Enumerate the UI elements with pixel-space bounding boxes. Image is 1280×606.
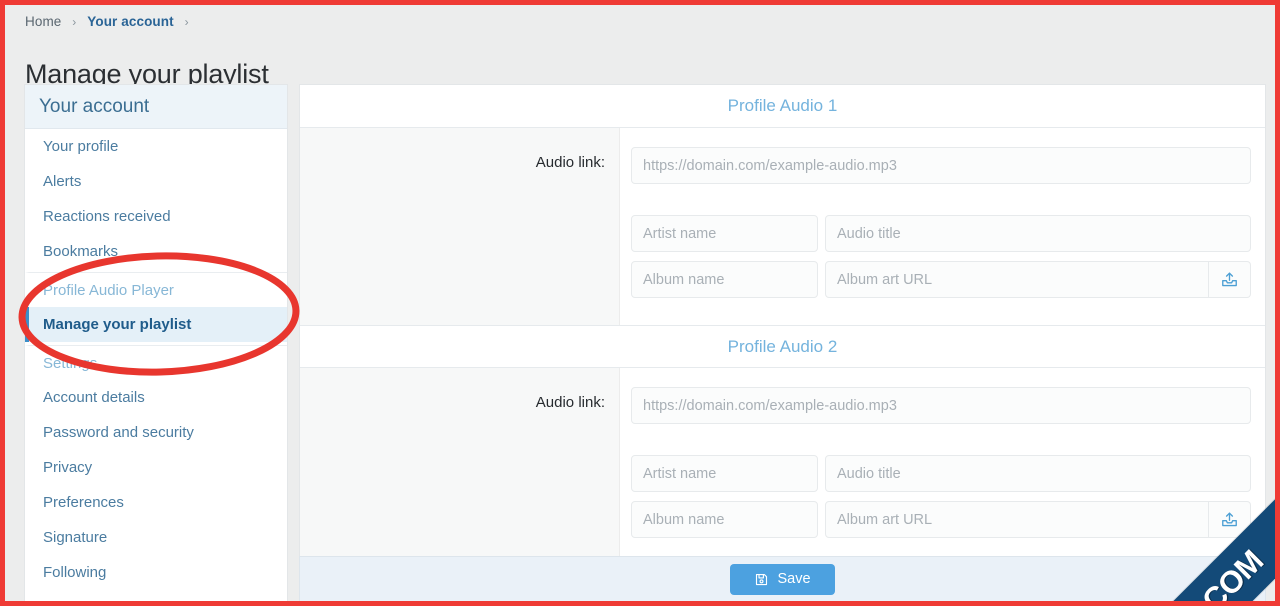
album-art-row-2: [631, 501, 1251, 538]
screenshot-frame: Home › Your account › Manage your playli…: [0, 0, 1280, 606]
audio-title-wrap-1: [825, 215, 1251, 252]
breadcrumb-separator-icon-2: ›: [184, 15, 189, 29]
sidebar-item-alerts[interactable]: Alerts: [25, 164, 287, 199]
album-art-url-input-1[interactable]: [825, 261, 1209, 298]
audio-title-input-2[interactable]: [825, 455, 1251, 492]
sidebar-group-settings: Settings: [25, 345, 287, 380]
album-name-input-1[interactable]: [631, 261, 818, 298]
upload-icon: [1222, 272, 1237, 287]
save-bar: Save: [299, 556, 1266, 601]
sidebar-item-bookmarks[interactable]: Bookmarks: [25, 234, 287, 269]
sidebar-item-label: Signature: [43, 529, 108, 546]
album-art-wrap-1: [825, 261, 1251, 298]
save-button-label: Save: [777, 571, 811, 587]
sidebar-group-label: Profile Audio Player: [43, 281, 174, 299]
album-art-wrap-2: [825, 501, 1251, 538]
audio-link-label-2: Audio link:: [300, 368, 620, 565]
artist-name-wrap-2: [631, 455, 818, 492]
floppy-disk-icon: [756, 573, 768, 585]
breadcrumb-item-your-account[interactable]: Your account: [87, 14, 173, 29]
audio-block-2: Audio link:: [300, 368, 1265, 565]
sidebar-group-label: Settings: [43, 354, 98, 372]
album-art-row-1: [631, 261, 1251, 298]
sidebar-item-label: Password and security: [43, 424, 194, 441]
artist-title-row-1: [631, 215, 1251, 252]
sidebar-group-profile-audio-player: Profile Audio Player: [25, 272, 287, 307]
block-title-profile-audio-2: Profile Audio 2: [300, 325, 1265, 368]
block-title-profile-audio-1: Profile Audio 1: [300, 85, 1265, 128]
album-art-input-group-2: [825, 501, 1251, 538]
audio-link-input-1[interactable]: [631, 147, 1251, 184]
breadcrumb: Home › Your account ›: [25, 14, 196, 29]
album-name-wrap-1: [631, 261, 818, 298]
playlist-form: Profile Audio 1 Audio link: https://doma…: [299, 84, 1266, 601]
audio-link-label-1: Audio link:: [300, 128, 620, 325]
breadcrumb-item-home[interactable]: Home: [25, 14, 61, 29]
artist-name-wrap-1: [631, 215, 818, 252]
album-art-url-input-2[interactable]: [825, 501, 1209, 538]
sidebar-item-label: Alerts: [43, 173, 82, 190]
sidebar-item-password-and-security[interactable]: Password and security: [25, 415, 287, 450]
save-button[interactable]: Save: [730, 563, 835, 595]
artist-name-input-2[interactable]: [631, 455, 818, 492]
sidebar-item-label: Reactions received: [43, 208, 171, 225]
sidebar-item-your-profile[interactable]: Your profile: [25, 129, 287, 164]
upload-icon-button-1[interactable]: [1209, 261, 1251, 298]
sidebar-item-label: Bookmarks: [43, 243, 119, 260]
sidebar-item-label: Following: [43, 564, 107, 581]
sidebar-item-label: Ignoring: [43, 599, 97, 601]
artist-name-input-1[interactable]: [631, 215, 818, 252]
sidebar-header: Your account: [25, 85, 287, 129]
album-name-wrap-2: [631, 501, 818, 538]
sidebar-item-signature[interactable]: Signature: [25, 520, 287, 555]
account-sidebar: Your account Your profile Alerts Reactio…: [24, 84, 288, 601]
sidebar-item-reactions-received[interactable]: Reactions received: [25, 199, 287, 234]
sidebar-item-manage-your-playlist[interactable]: Manage your playlist: [25, 307, 287, 342]
breadcrumb-separator-icon: ›: [72, 15, 77, 29]
sidebar-item-preferences[interactable]: Preferences: [25, 485, 287, 520]
sidebar-item-label: Privacy: [43, 459, 93, 476]
audio-fields-1: [620, 128, 1265, 325]
sidebar-item-label: Your profile: [43, 138, 119, 155]
audio-title-wrap-2: [825, 455, 1251, 492]
audio-fields-2: [620, 368, 1265, 565]
audio-title-input-1[interactable]: [825, 215, 1251, 252]
audio-block-1: Audio link:: [300, 128, 1265, 325]
artist-title-row-2: [631, 455, 1251, 492]
album-name-input-2[interactable]: [631, 501, 818, 538]
sidebar-item-label: Manage your playlist: [43, 316, 192, 333]
upload-icon: [1222, 512, 1237, 527]
audio-link-input-2[interactable]: [631, 387, 1251, 424]
album-art-input-group-1: [825, 261, 1251, 298]
sidebar-item-privacy[interactable]: Privacy: [25, 450, 287, 485]
sidebar-item-account-details[interactable]: Account details: [25, 380, 287, 415]
sidebar-item-following[interactable]: Following: [25, 555, 287, 590]
sidebar-item-ignoring[interactable]: Ignoring: [25, 590, 287, 601]
sidebar-item-label: Preferences: [43, 494, 124, 511]
sidebar-item-label: Account details: [43, 389, 145, 406]
